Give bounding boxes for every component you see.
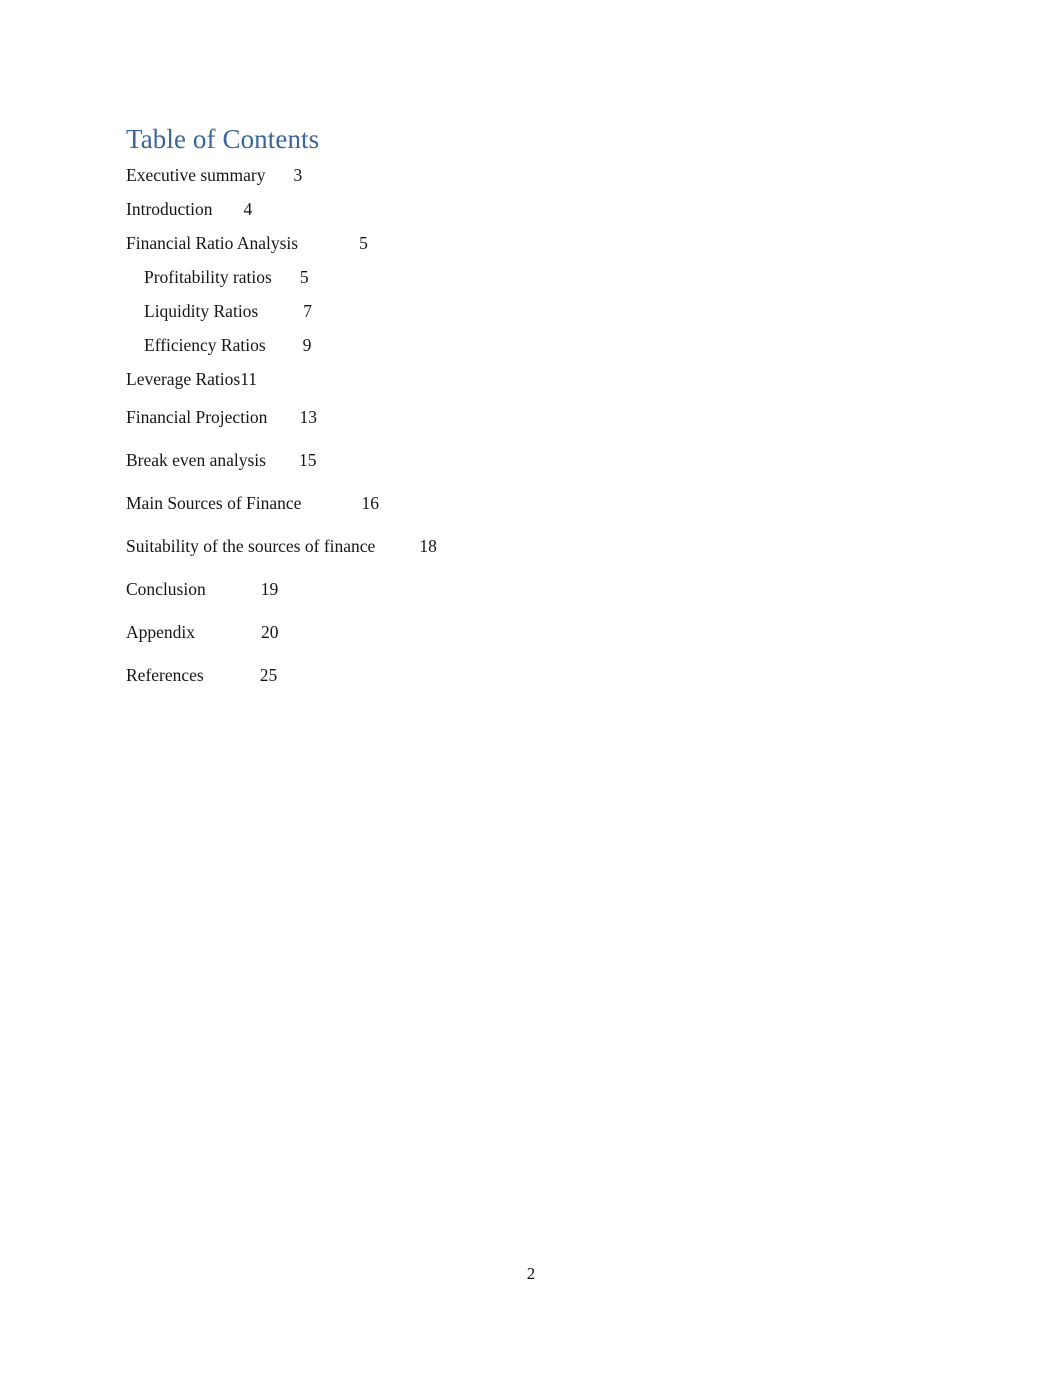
toc-entry[interactable]: References 25 (126, 654, 936, 697)
document-page: Table of Contents Executive summary 3 Intr… (0, 0, 1062, 1376)
toc-entry-label: Break even analysis (126, 450, 266, 470)
toc-entry[interactable]: Break even analysis 15 (126, 439, 936, 482)
toc-entry-page-number: 20 (261, 622, 279, 642)
toc-entry[interactable]: Conclusion 19 (126, 568, 936, 611)
toc-entry[interactable]: Executive summary 3 (126, 158, 936, 192)
toc-entry-label: Appendix (126, 622, 196, 642)
toc-entry-page-number: 7 (303, 301, 312, 321)
toc-entry[interactable]: Leverage Ratios11 (126, 362, 936, 396)
toc-entry[interactable]: Liquidity Ratios 7 (126, 294, 936, 328)
toc-entry-page-number: 5 (299, 267, 309, 287)
toc-entry-label: Conclusion (126, 579, 206, 599)
toc-entry-label: Introduction (126, 199, 213, 219)
toc-entry-page-number: 19 (260, 579, 279, 599)
toc-entry-page-number: 11 (240, 369, 258, 389)
toc-entry-page-number: 4 (243, 199, 253, 219)
page-title: Table of Contents (126, 124, 320, 154)
toc-entry-label: Main Sources of Finance (126, 493, 302, 513)
toc-entry-page-number: 15 (298, 450, 317, 470)
toc-entry-label: Leverage Ratios (126, 369, 241, 389)
toc-entry-page-number: 13 (299, 407, 317, 427)
toc-entry-page-number: 25 (259, 665, 278, 685)
toc-entry[interactable]: Suitability of the sources of finance 18 (126, 525, 936, 568)
footer-page-number: 2 (526, 1264, 536, 1283)
toc-entry-page-number: 5 (359, 233, 368, 253)
toc-entry-label: Profitability ratios (144, 267, 272, 287)
toc-entry-label: Efficiency Ratios (144, 335, 266, 355)
toc-entry-page-number: 3 (293, 165, 303, 185)
toc-entry[interactable]: Profitability ratios 5 (126, 260, 936, 294)
toc-content: Table of Contents Executive summary 3 Intr… (126, 122, 936, 697)
toc-entry-page-number: 18 (419, 536, 437, 556)
toc-entry[interactable]: Appendix 20 (126, 611, 936, 654)
toc-entry[interactable]: Financial Projection 13 (126, 396, 936, 439)
toc-list: Executive summary 3 Introduction 4 Financial… (126, 158, 936, 697)
toc-entry-label: Executive summary (126, 165, 266, 185)
toc-entry[interactable]: Introduction 4 (126, 192, 936, 226)
toc-entry-page-number: 9 (302, 335, 312, 355)
toc-entry-page-number: 16 (361, 493, 379, 513)
toc-entry-label: References (126, 665, 204, 685)
toc-entry-label: Financial Ratio Analysis (126, 233, 299, 253)
toc-entry[interactable]: Efficiency Ratios 9 (126, 328, 936, 362)
toc-entry-label: Financial Projection (126, 407, 268, 427)
toc-entry[interactable]: Financial Ratio Analysis 5 (126, 226, 936, 260)
toc-entry-label: Suitability of the sources of finance (126, 536, 376, 556)
toc-entry[interactable]: Main Sources of Finance 16 (126, 482, 936, 525)
toc-entry-label: Liquidity Ratios (144, 301, 259, 321)
